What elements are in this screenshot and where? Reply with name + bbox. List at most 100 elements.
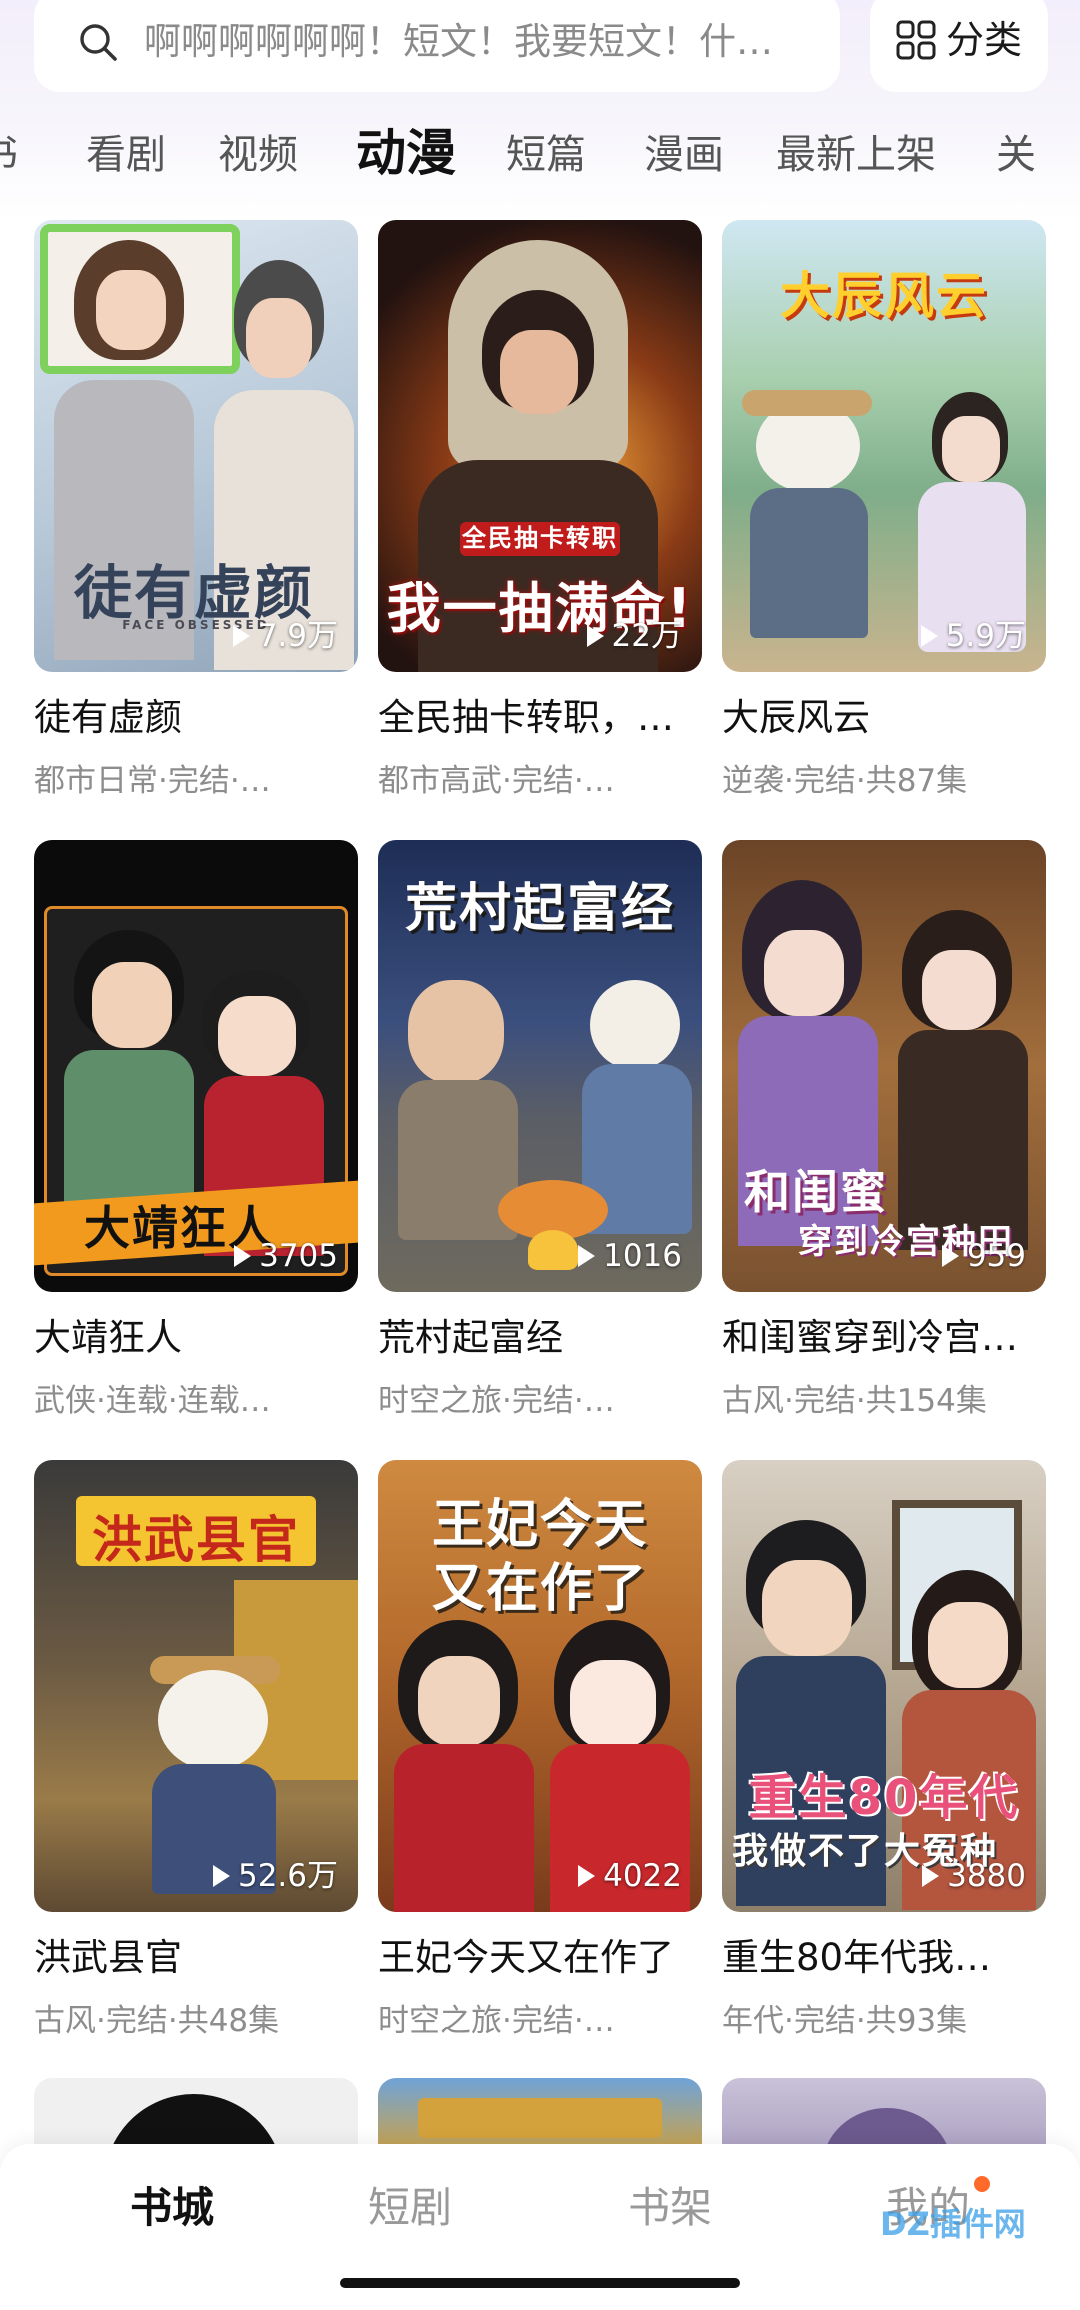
- video-meta: 都市日常·完结·…: [34, 763, 271, 799]
- video-cover[interactable]: 徒有虚颜 FACE OBSESSED 7.9万: [34, 220, 358, 672]
- tab-videos[interactable]: 视频: [218, 110, 298, 200]
- cover-title: 和闺蜜: [744, 1165, 888, 1219]
- video-meta: 年代·完结·共93集: [722, 2003, 968, 2039]
- cover-character-face: [158, 1670, 268, 1770]
- play-count: 22万: [586, 616, 682, 656]
- cover-title: 大辰风云: [780, 267, 988, 325]
- cover-character-body: [750, 488, 868, 638]
- tab-comics[interactable]: 漫画: [644, 110, 724, 200]
- video-meta: 武侠·连载·连载…: [34, 1383, 271, 1419]
- nav-short-dramas[interactable]: 短剧: [310, 2178, 510, 2238]
- cover-subtitle: 又在作了: [431, 1559, 648, 1619]
- video-cover[interactable]: 荒村起富经 1016: [378, 840, 702, 1292]
- video-meta: 古风·完结·共48集: [34, 2003, 280, 2039]
- home-indicator[interactable]: [340, 2278, 740, 2288]
- play-count-value: 3705: [259, 1238, 338, 1274]
- cover-character-face: [408, 980, 504, 1084]
- play-count: 7.9万: [232, 616, 338, 656]
- cover-character-2-face: [922, 950, 996, 1030]
- play-icon: [586, 624, 604, 647]
- cover-character-face: [762, 1560, 852, 1656]
- play-count-value: 52.6万: [237, 1858, 338, 1894]
- video-title[interactable]: 重生80年代我…: [722, 1930, 1046, 1986]
- category-button[interactable]: 分类: [870, 0, 1048, 92]
- search-placeholder[interactable]: 啊啊啊啊啊啊！短文！我要短文！什…: [144, 12, 834, 72]
- play-count: 5.9万: [920, 616, 1026, 656]
- play-count-value: 959: [966, 1238, 1026, 1274]
- cover-title: 荒村起富经: [404, 879, 675, 939]
- grid-icon: [896, 20, 936, 60]
- search-icon: [80, 24, 117, 61]
- cover-character-2-face: [942, 416, 1000, 482]
- nav-bookshelf[interactable]: 书架: [570, 2178, 770, 2238]
- category-tabs: 书 看剧 视频 动漫 短篇 漫画 最新上架 关: [0, 110, 1080, 200]
- play-icon: [922, 1864, 940, 1887]
- play-icon: [920, 624, 938, 647]
- cover-fire: [528, 1230, 578, 1270]
- tab-partial-left[interactable]: 书: [0, 110, 18, 200]
- video-cover[interactable]: 和闺蜜 穿到冷宫种田 959: [722, 840, 1046, 1292]
- play-count-value: 7.9万: [257, 618, 338, 654]
- video-title[interactable]: 徒有虚颜: [34, 690, 358, 746]
- play-icon: [212, 1864, 230, 1887]
- play-icon: [234, 1244, 252, 1267]
- cover-character-face: [96, 270, 166, 350]
- video-meta: 时空之旅·完结·…: [378, 1383, 615, 1419]
- cover-character-2-face: [218, 996, 296, 1076]
- cover-title: 洪武县官: [92, 1511, 300, 1569]
- cover-roof: [418, 2098, 662, 2138]
- play-icon: [232, 624, 250, 647]
- cover-title: 重生80年代: [748, 1770, 1020, 1826]
- nav-bookstore[interactable]: 书城: [72, 2178, 272, 2238]
- play-icon: [578, 1244, 596, 1267]
- video-meta: 都市高武·完结·…: [378, 763, 615, 799]
- cover-character-face: [418, 1656, 500, 1746]
- video-meta: 古风·完结·共154集: [722, 1383, 987, 1419]
- video-title[interactable]: 洪武县官: [34, 1930, 358, 1986]
- tab-dramas[interactable]: 看剧: [86, 110, 166, 200]
- play-count-value: 22万: [611, 618, 682, 654]
- video-cover[interactable]: 王妃今天 又在作了 4022: [378, 1460, 702, 1912]
- category-label: 分类: [946, 18, 1023, 62]
- tab-partial-right[interactable]: 关: [996, 110, 1036, 200]
- cover-character-2-face: [928, 1602, 1008, 1688]
- play-icon: [941, 1244, 959, 1267]
- cover-character-face: [92, 962, 172, 1048]
- cover-character-2-face: [246, 298, 312, 378]
- video-title[interactable]: 和闺蜜穿到冷宫…: [722, 1310, 1046, 1366]
- video-title[interactable]: 王妃今天又在作了: [378, 1930, 702, 1986]
- video-title[interactable]: 全民抽卡转职，…: [378, 690, 702, 746]
- play-icon: [578, 1864, 596, 1887]
- video-cover[interactable]: 重生80年代 我做不了大冤种 3880: [722, 1460, 1046, 1912]
- tab-new-arrivals[interactable]: 最新上架: [776, 110, 936, 200]
- cover-subtitle: 全民抽卡转职: [462, 524, 618, 552]
- play-count: 959: [941, 1236, 1026, 1276]
- video-meta: 时空之旅·完结·…: [378, 2003, 615, 2039]
- cover-character-face: [500, 330, 578, 414]
- cover-character-face: [764, 930, 844, 1016]
- search-bar[interactable]: 啊啊啊啊啊啊！短文！我要短文！什…: [34, 0, 840, 92]
- video-cover[interactable]: 大辰风云 5.9万: [722, 220, 1046, 672]
- cover-character-body: [394, 1744, 534, 1912]
- play-count: 3705: [234, 1236, 338, 1276]
- tab-anime[interactable]: 动漫: [356, 110, 456, 200]
- cover-character-2-face: [590, 980, 680, 1070]
- play-count: 52.6万: [212, 1856, 338, 1896]
- video-cover[interactable]: 大靖狂人 3705: [34, 840, 358, 1292]
- play-count-value: 4022: [603, 1858, 682, 1894]
- play-count-value: 3880: [947, 1858, 1026, 1894]
- video-title[interactable]: 荒村起富经: [378, 1310, 702, 1366]
- play-count-value: 1016: [603, 1238, 682, 1274]
- play-count-value: 5.9万: [945, 618, 1026, 654]
- watermark: DZ插件网: [880, 2205, 1026, 2243]
- tab-short-stories[interactable]: 短篇: [506, 110, 586, 200]
- video-meta: 逆袭·完结·共87集: [722, 763, 968, 799]
- video-title[interactable]: 大靖狂人: [34, 1310, 358, 1366]
- play-count: 3880: [922, 1856, 1026, 1896]
- play-count: 1016: [578, 1236, 682, 1276]
- video-cover[interactable]: 全民抽卡转职 我一抽满命! 22万: [378, 220, 702, 672]
- cover-character-hat: [742, 390, 872, 416]
- video-title[interactable]: 大辰风云: [722, 690, 1046, 746]
- video-cover[interactable]: 洪武县官 52.6万: [34, 1460, 358, 1912]
- cover-character-2-face: [570, 1660, 656, 1748]
